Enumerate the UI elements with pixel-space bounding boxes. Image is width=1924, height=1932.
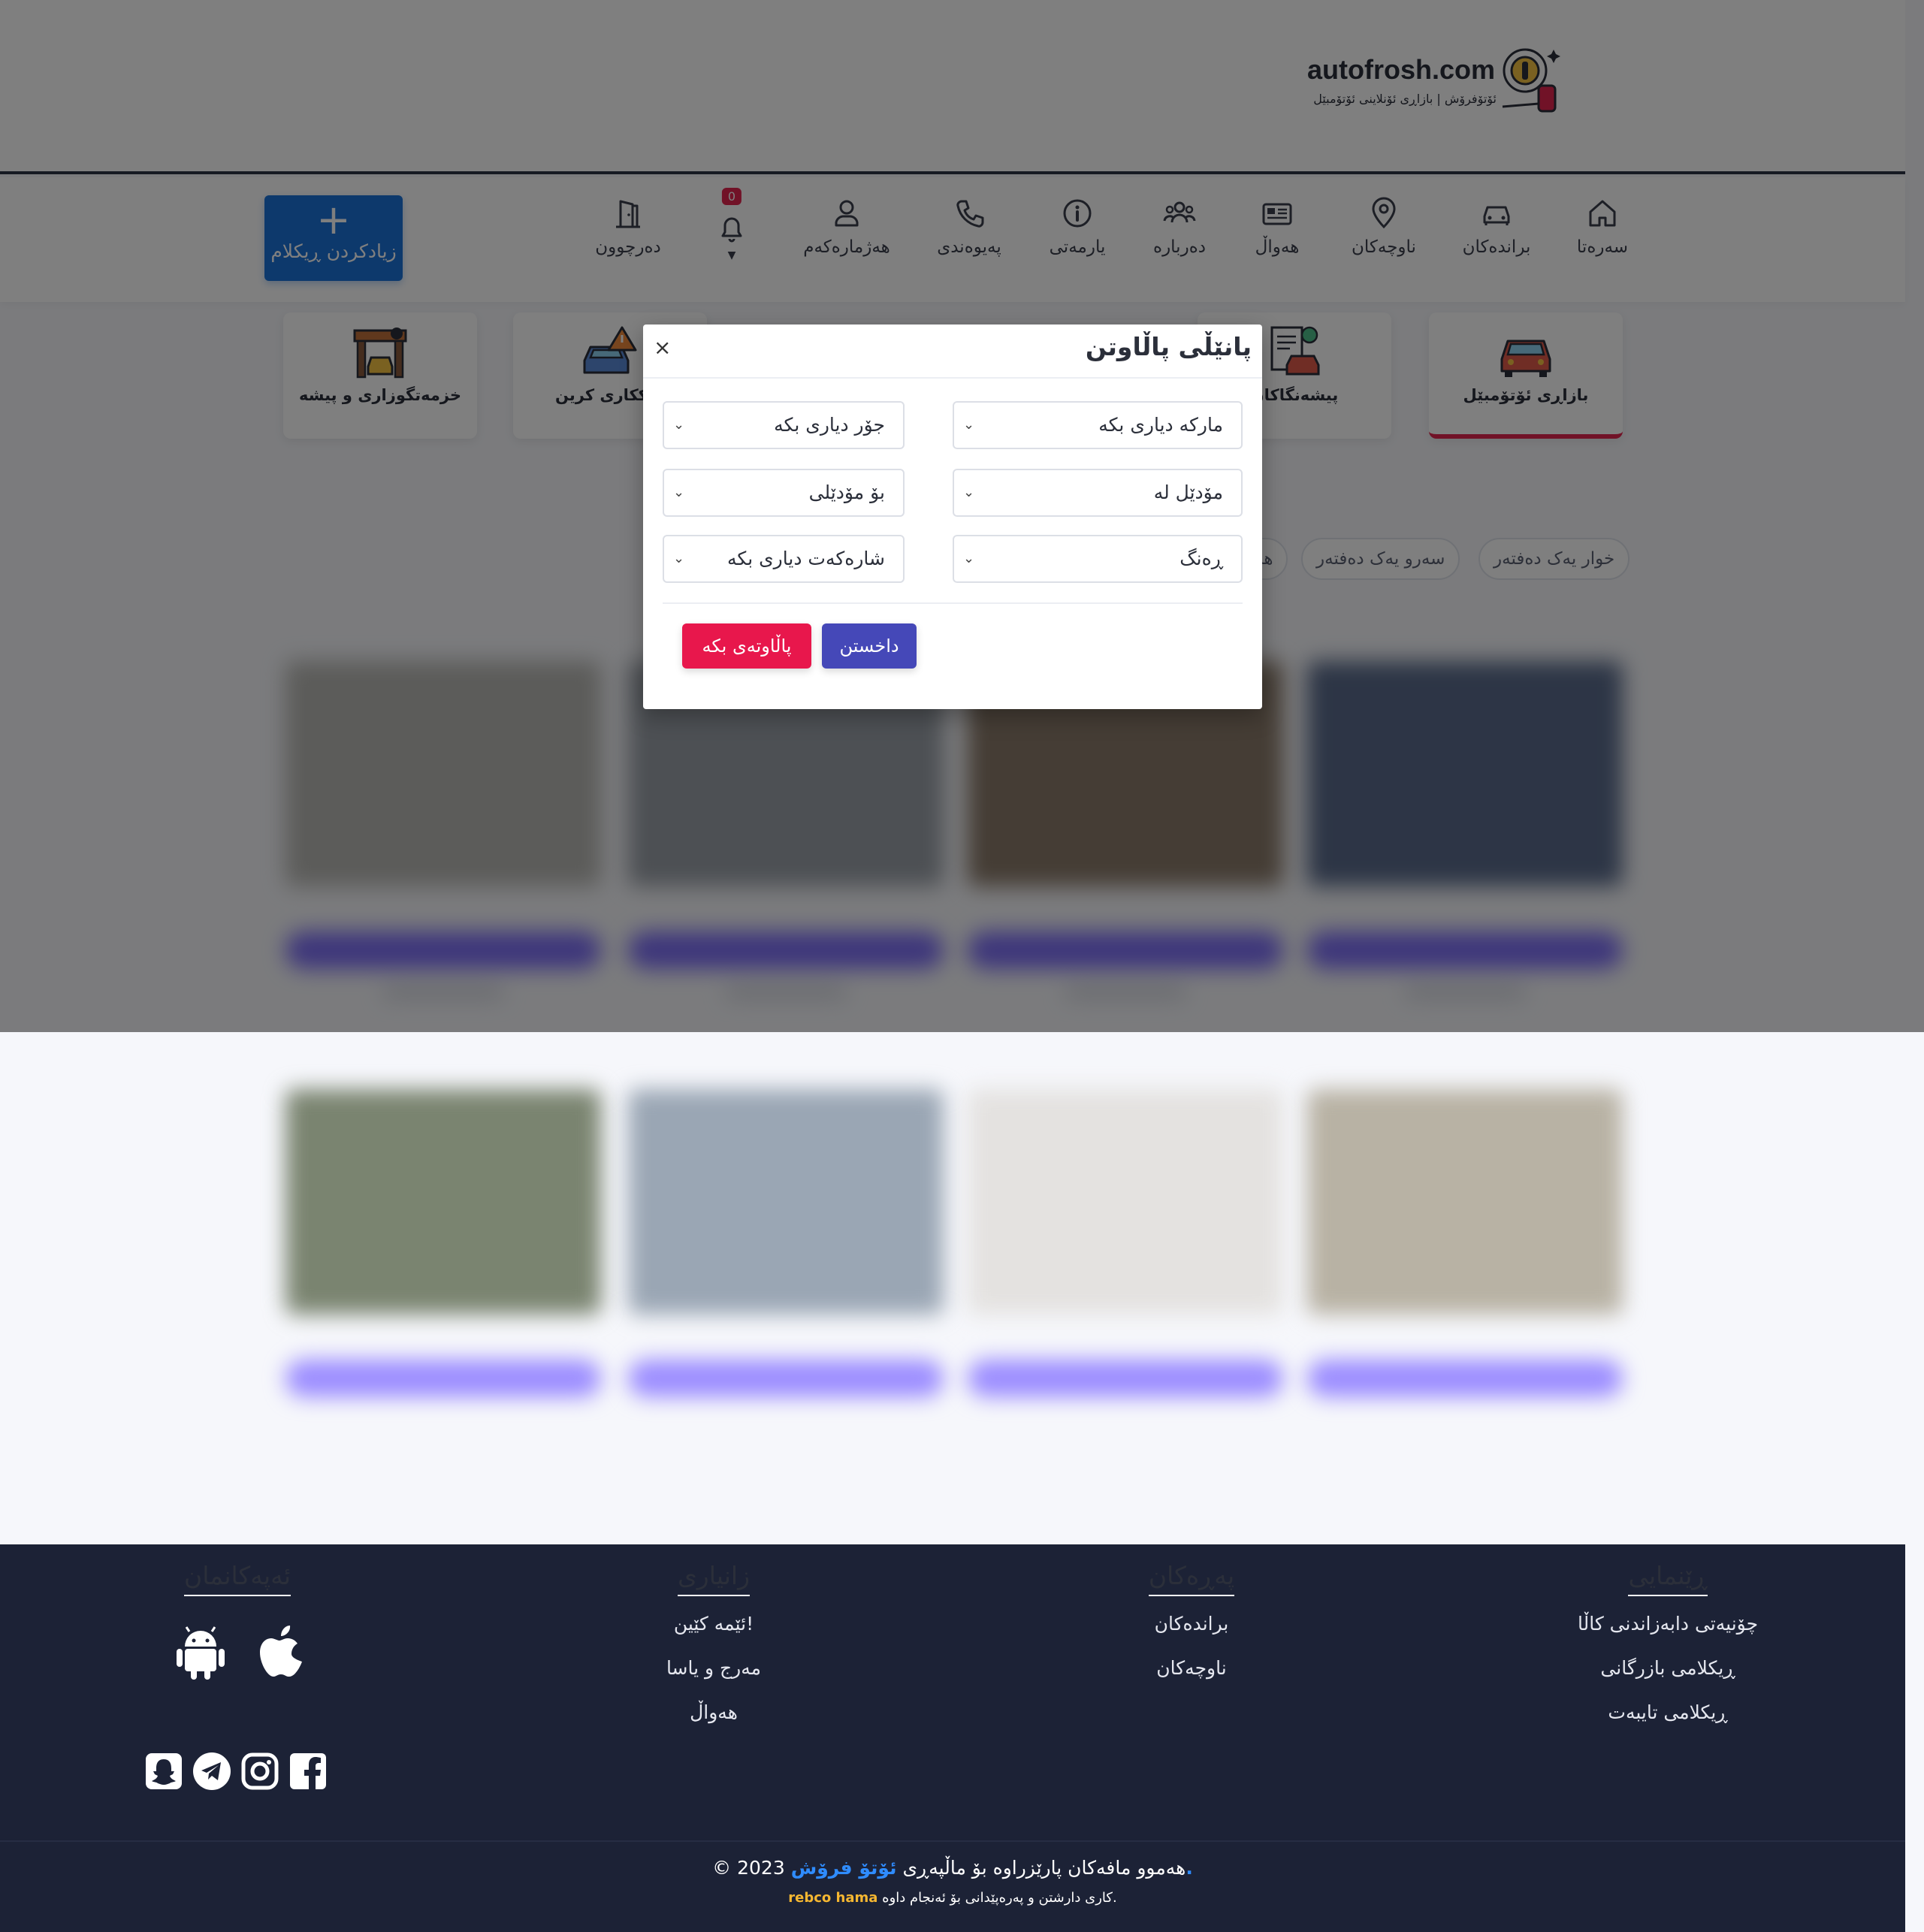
footer-guide-title: ڕێنمایی <box>1628 1561 1708 1596</box>
listing-card[interactable] <box>1307 1089 1623 1397</box>
chevron-down-icon: ⌄ <box>963 551 975 566</box>
instagram-icon[interactable] <box>240 1752 279 1791</box>
type-select[interactable]: جۆر دیاری بکە ⌄ <box>663 401 905 449</box>
apple-icon[interactable] <box>255 1624 308 1681</box>
clear-filter-button[interactable]: پاڵاوتەی بکە <box>682 623 811 669</box>
modal-divider <box>643 377 1262 379</box>
footer-link[interactable]: ڕیکلامی تایبەت <box>1548 1701 1788 1723</box>
modal-title: پانێڵی پاڵاوتن <box>1085 332 1252 361</box>
chevron-down-icon: ⌄ <box>673 485 685 500</box>
model-from-select[interactable]: مۆدێل لە ⌄ <box>953 469 1243 517</box>
filter-panel-modal: پانێڵی پاڵاوتن × مارکە دیاری بکە ⌄ جۆر د… <box>643 325 1262 709</box>
chevron-down-icon: ⌄ <box>673 417 685 433</box>
copyright-text: © 2023 هەموو مافەکان پارێزراوە بۆ ماڵپەڕ… <box>0 1857 1905 1879</box>
copyright-prefix: © 2023 هەموو مافەکان پارێزراوە بۆ ماڵپەڕ… <box>712 1857 1186 1879</box>
facebook-icon[interactable] <box>288 1752 328 1791</box>
footer-guide-column: ڕێنمایی چۆنیەتی دابەزاندنی کاڵا ڕیکلامی … <box>1548 1561 1788 1746</box>
footer-pages-title: پەڕەکان <box>1148 1561 1235 1596</box>
copyright-suffix: . <box>1186 1857 1193 1879</box>
brand-select-value: مارکە دیاری بکە <box>1098 414 1223 436</box>
android-icon[interactable] <box>174 1624 227 1681</box>
listing-card[interactable] <box>628 1089 944 1397</box>
copyright-brand-link[interactable]: ئۆتۆ فرۆش <box>791 1857 897 1879</box>
model-to-select[interactable]: بۆ مۆدێلی ⌄ <box>663 469 905 517</box>
city-select-value: شارەکەت دیاری بکە <box>727 548 885 569</box>
footer-info-column: زانیاری ئێمە کێین! مەرج و یاسا هەواڵ <box>639 1561 789 1746</box>
telegram-icon[interactable] <box>192 1752 231 1791</box>
footer-link[interactable]: ئێمە کێین! <box>639 1613 789 1635</box>
model-to-select-value: بۆ مۆدێلی <box>808 481 885 503</box>
footer-apps-title: ئەپەکانمان <box>183 1561 291 1596</box>
model-from-select-value: مۆدێل لە <box>1153 481 1223 503</box>
snapchat-icon[interactable] <box>144 1752 183 1791</box>
footer-link[interactable]: براندەکان <box>1116 1613 1267 1635</box>
listing-card[interactable] <box>968 1089 1283 1397</box>
developer-credit: rebco hama کاری دارشتن و پەرەپێدانی بۆ ئ… <box>0 1890 1905 1906</box>
chevron-down-icon: ⌄ <box>963 417 975 433</box>
type-select-value: جۆر دیاری بکە <box>774 414 885 436</box>
modal-footer-divider <box>663 602 1243 604</box>
footer-link[interactable]: ناوچەکان <box>1116 1657 1267 1679</box>
footer-link[interactable]: هەواڵ <box>639 1701 789 1723</box>
brand-select[interactable]: مارکە دیاری بکە ⌄ <box>953 401 1243 449</box>
footer-info-title: زانیاری <box>677 1561 751 1596</box>
footer-link[interactable]: چۆنیەتی دابەزاندنی کاڵا <box>1548 1613 1788 1635</box>
chevron-down-icon: ⌄ <box>963 485 975 500</box>
close-button[interactable]: داخستن <box>822 623 917 669</box>
city-select[interactable]: شارەکەت دیاری بکە ⌄ <box>663 535 905 583</box>
footer-link[interactable]: ڕیکلامی بازرگانی <box>1548 1657 1788 1679</box>
developer-name[interactable]: rebco hama <box>788 1890 877 1906</box>
footer-divider <box>0 1840 1905 1842</box>
footer-apps-column: ئەپەکانمان <box>162 1561 313 1613</box>
listing-card[interactable] <box>285 1089 601 1397</box>
developer-credit-text: کاری دارشتن و پەرەپێدانی بۆ ئەنجام داوە. <box>882 1890 1117 1906</box>
close-icon[interactable]: × <box>654 335 671 360</box>
color-select[interactable]: ڕەنگ ⌄ <box>953 535 1243 583</box>
color-select-value: ڕەنگ <box>1179 548 1223 569</box>
footer-pages-column: پەڕەکان براندەکان ناوچەکان <box>1116 1561 1267 1701</box>
footer-link[interactable]: مەرج و یاسا <box>639 1657 789 1679</box>
chevron-down-icon: ⌄ <box>673 551 685 566</box>
